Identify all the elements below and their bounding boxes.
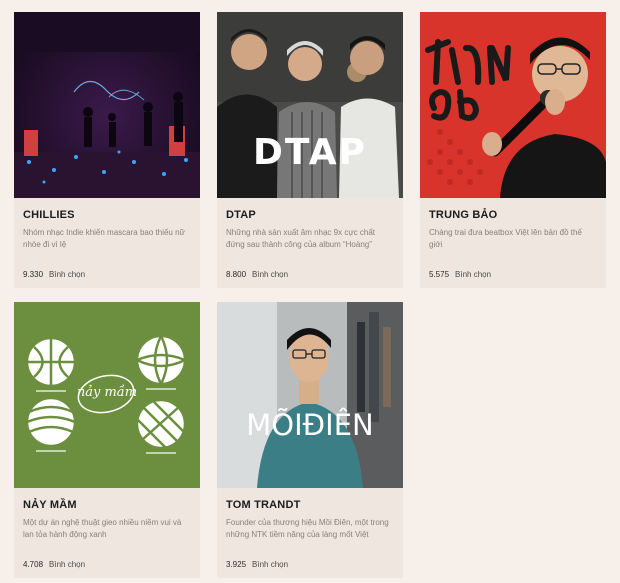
vote-label[interactable]: Bình chọn (252, 560, 288, 569)
artist-card-trung-bao[interactable]: TRUNG BẢO Chàng trai đưa beatbox Việt lê… (420, 12, 606, 288)
moi-dien-brand-text: MÕIĐIÊN (246, 408, 374, 442)
vote-count: 3.925 (226, 560, 247, 569)
artist-card-dtap[interactable]: DTAP DTAP Những nhà sản xuất âm nhạc 9x … (217, 12, 403, 288)
vote-count-row: 4.708 Bình chọn (23, 560, 85, 569)
artist-card-chillies[interactable]: CHILLIES Nhóm nhạc Indie khiến mascara b… (14, 12, 200, 288)
artist-name[interactable]: NẢY MẦM (23, 498, 191, 512)
vote-label[interactable]: Bình chọn (455, 270, 491, 279)
vote-count-row: 3.925 Bình chọn (226, 560, 288, 569)
artist-name[interactable]: TRUNG BẢO (429, 208, 597, 222)
nay-mam-script-text: nảy mầm (76, 385, 138, 400)
dtap-logo-text: DTAP (253, 132, 367, 173)
group-portrait-image[interactable]: DTAP (217, 12, 403, 198)
concert-stage-image[interactable] (14, 12, 200, 198)
vote-label[interactable]: Bình chọn (49, 270, 85, 279)
designer-portrait-image[interactable]: MÕIĐIÊN (217, 302, 403, 488)
artist-name[interactable]: DTAP (226, 208, 394, 222)
artist-name[interactable]: TOM TRANDT (226, 498, 394, 512)
artist-card-nay-mam[interactable]: nảy mầm NẢY MẦM Một dự án nghệ thuật gie… (14, 302, 200, 578)
vote-label[interactable]: Bình chọn (252, 270, 288, 279)
vote-count: 8.800 (226, 270, 247, 279)
artist-description: Một dự án nghệ thuật gieo nhiều niềm vui… (23, 518, 182, 539)
beatboxer-image[interactable] (420, 12, 606, 198)
artist-description: Những nhà sản xuất âm nhạc 9x cực chất đ… (226, 228, 376, 249)
nay-mam-logo-image[interactable]: nảy mầm (14, 302, 200, 488)
vote-count-row: 5.575 Bình chọn (429, 270, 491, 279)
artist-description: Chàng trai đưa beatbox Việt lên bản đồ t… (429, 228, 582, 249)
vote-count: 4.708 (23, 560, 44, 569)
artist-description: Founder của thương hiệu Mồi Điên, một tr… (226, 518, 389, 539)
vote-count: 9.330 (23, 270, 44, 279)
artist-name[interactable]: CHILLIES (23, 208, 191, 222)
artist-description: Nhóm nhạc Indie khiến mascara bao thiếu … (23, 228, 185, 249)
vote-count-row: 8.800 Bình chọn (226, 270, 288, 279)
vote-count: 5.575 (429, 270, 450, 279)
vote-count-row: 9.330 Bình chọn (23, 270, 85, 279)
artist-card-tom-trandt[interactable]: MÕIĐIÊN TOM TRANDT Founder của thương hi… (217, 302, 403, 578)
vote-label[interactable]: Bình chọn (49, 560, 85, 569)
